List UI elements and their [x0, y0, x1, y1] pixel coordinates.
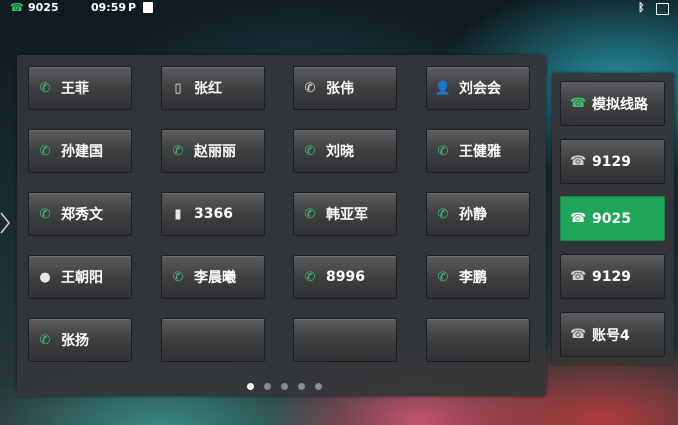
- dss-key-9[interactable]: ✆ 郑秀文: [28, 192, 132, 236]
- dss-key-label: 王健雅: [459, 144, 501, 160]
- dss-key-4[interactable]: 👤 刘会会: [426, 66, 530, 110]
- phone-icon: ✆: [39, 80, 51, 96]
- dss-key-10[interactable]: ▮ 3366: [161, 192, 265, 236]
- dss-key-label: 郑秀文: [61, 207, 103, 223]
- line-key-4[interactable]: ☎ 9129: [560, 254, 665, 299]
- dss-key-label: 赵丽丽: [194, 144, 236, 160]
- dss-key-label: 3366: [194, 206, 233, 222]
- page-dot-3[interactable]: [281, 383, 288, 390]
- line-key-label: 模拟线路: [592, 96, 648, 113]
- dss-key-label: 孙建国: [61, 144, 103, 160]
- contact-icon: 👤: [434, 80, 452, 96]
- dss-key-16[interactable]: ✆ 李鹏: [426, 255, 530, 299]
- line-key-label: 账号4: [592, 327, 630, 344]
- dss-key-label: 张伟: [326, 81, 354, 97]
- line-key-label: 9129: [592, 153, 631, 170]
- status-bar: ☎ 9025 09:59 P ᛒ: [0, 0, 678, 16]
- page-dot-5[interactable]: [315, 383, 322, 390]
- dss-key-label: 8996: [326, 269, 365, 285]
- mobile-icon: ▮: [174, 206, 182, 222]
- line-key-label: 9129: [592, 268, 631, 285]
- dss-key-empty-19[interactable]: [293, 318, 397, 362]
- line-key-5[interactable]: ☎ 账号4: [560, 312, 665, 357]
- voicemail-phone-icon: ✆: [304, 80, 316, 96]
- dss-key-7[interactable]: ✆ 刘晓: [293, 129, 397, 173]
- dss-key-label: 李鹏: [459, 270, 487, 286]
- line-key-1[interactable]: ☎ 模拟线路: [560, 81, 665, 126]
- dss-key-empty-20[interactable]: [426, 318, 530, 362]
- phone-icon: ✆: [172, 269, 184, 285]
- sd-card-icon: [143, 2, 153, 13]
- previous-page-arrow-icon[interactable]: [0, 212, 10, 234]
- page-indicator: [247, 383, 322, 390]
- line-key-2[interactable]: ☎ 9129: [560, 139, 665, 184]
- phone-icon: ✆: [304, 269, 316, 285]
- phone-icon: ✆: [437, 143, 449, 159]
- account-number: 9025: [28, 1, 59, 14]
- dss-key-5[interactable]: ✆ 孙建国: [28, 129, 132, 173]
- dss-key-14[interactable]: ✆ 李晨曦: [161, 255, 265, 299]
- dss-key-17[interactable]: ✆ 张扬: [28, 318, 132, 362]
- phone-status-icon: ☎: [10, 1, 24, 14]
- dss-key-2[interactable]: ▯ 张红: [161, 66, 265, 110]
- phone-icon: ✆: [304, 143, 316, 159]
- line-key-panel: ☎ 模拟线路 ☎ 9129 ☎ 9025 ☎ 9129 ☎ 账号4: [552, 73, 674, 364]
- person-icon: ●: [39, 269, 51, 285]
- page-dot-2[interactable]: [264, 383, 271, 390]
- page-dot-4[interactable]: [298, 383, 305, 390]
- dss-key-label: 张红: [194, 81, 222, 97]
- phone-icon: ✆: [304, 206, 316, 222]
- bluetooth-icon: ᛒ: [638, 1, 645, 14]
- dss-key-label: 刘晓: [326, 144, 354, 160]
- page-dot-1[interactable]: [247, 383, 254, 390]
- phone-icon: ✆: [172, 143, 184, 159]
- clock: 09:59: [91, 1, 127, 14]
- dss-key-empty-18[interactable]: [161, 318, 265, 362]
- expansion-module-icon: [656, 3, 669, 15]
- line-phone-icon: ☎: [570, 269, 587, 284]
- line-key-3[interactable]: ☎ 9025: [560, 196, 665, 241]
- phone-icon: ✆: [39, 143, 51, 159]
- phone-icon: ✆: [39, 332, 51, 348]
- phone-icon: ✆: [39, 206, 51, 222]
- phone-icon: ✆: [437, 206, 449, 222]
- dss-key-8[interactable]: ✆ 王健雅: [426, 129, 530, 173]
- dss-key-label: 刘会会: [459, 81, 501, 97]
- dss-key-label: 王朝阳: [61, 270, 103, 286]
- dss-key-1[interactable]: ✆ 王菲: [28, 66, 132, 110]
- dss-key-label: 韩亚军: [326, 207, 368, 223]
- dss-key-13[interactable]: ● 王朝阳: [28, 255, 132, 299]
- line-phone-icon: ☎: [570, 96, 587, 111]
- line-key-label: 9025: [592, 210, 631, 227]
- mobile-icon: ▯: [174, 80, 182, 96]
- p-status-icon: P: [128, 1, 137, 14]
- line-phone-icon: ☎: [570, 211, 587, 226]
- dss-key-3[interactable]: ✆ 张伟: [293, 66, 397, 110]
- dss-key-12[interactable]: ✆ 孙静: [426, 192, 530, 236]
- dss-key-label: 李晨曦: [194, 270, 236, 286]
- dss-key-label: 张扬: [61, 333, 89, 349]
- dss-key-6[interactable]: ✆ 赵丽丽: [161, 129, 265, 173]
- phone-icon: ✆: [437, 269, 449, 285]
- line-phone-icon: ☎: [570, 327, 587, 342]
- dss-key-11[interactable]: ✆ 韩亚军: [293, 192, 397, 236]
- dss-key-label: 孙静: [459, 207, 487, 223]
- dss-key-15[interactable]: ✆ 8996: [293, 255, 397, 299]
- line-phone-icon: ☎: [570, 154, 587, 169]
- dss-key-label: 王菲: [61, 81, 89, 97]
